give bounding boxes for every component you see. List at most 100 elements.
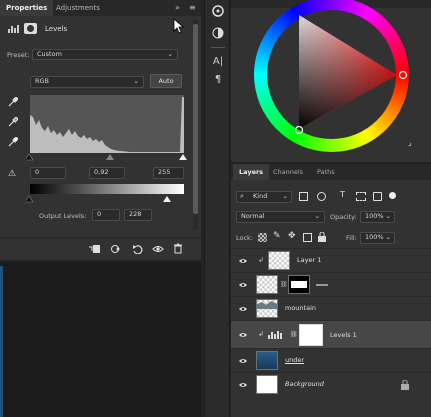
input-black-field[interactable]: 0 xyxy=(30,167,66,179)
preset-select[interactable]: Custom ⌄ xyxy=(32,49,178,60)
chevron-down-icon: ⌄ xyxy=(385,212,391,220)
view-previous-state-icon[interactable] xyxy=(110,244,122,254)
output-levels-label: Output Levels: xyxy=(39,212,87,220)
blend-mode-select[interactable]: Normal ⌄ xyxy=(236,211,325,223)
chevron-down-icon: ⌄ xyxy=(167,50,173,58)
layer-mask-thumbnail[interactable] xyxy=(299,324,323,346)
layer-mask-thumbnail[interactable] xyxy=(288,275,310,294)
mask-icon[interactable] xyxy=(24,23,37,34)
chevron-down-icon: ⌄ xyxy=(385,233,391,241)
input-levels-slider[interactable] xyxy=(26,153,190,161)
visibility-eye-icon[interactable] xyxy=(238,331,248,339)
fill-label: Fill: xyxy=(346,234,357,242)
properties-scrollbar[interactable] xyxy=(193,20,198,230)
lock-image-brush-icon[interactable]: ✎ xyxy=(273,231,281,241)
channel-select[interactable]: RGB ⌄ xyxy=(30,76,144,88)
visibility-eye-icon[interactable] xyxy=(238,381,248,389)
filter-adjustment-icon[interactable] xyxy=(317,192,326,201)
tab-properties[interactable]: Properties xyxy=(0,0,54,16)
filter-smart-object-icon[interactable] xyxy=(373,192,382,201)
white-point-eyedropper-icon[interactable] xyxy=(8,137,18,147)
layer-filter-select[interactable]: ⌕ Kind ⌄ xyxy=(236,191,292,203)
opacity-value: 100% xyxy=(365,212,384,220)
layer-row-levels-1[interactable]: ↲ ⛓ Levels 1 xyxy=(231,320,431,348)
mask-link-icon[interactable]: ⛓ xyxy=(290,331,298,338)
lock-all-icon[interactable] xyxy=(318,232,326,242)
clip-to-layer-icon[interactable] xyxy=(89,244,101,254)
clipping-warning-icon[interactable]: ⚠ xyxy=(8,169,16,179)
lock-transparent-icon[interactable] xyxy=(258,233,267,242)
layer-name[interactable]: Levels 1 xyxy=(330,331,357,339)
tab-adjustments[interactable]: Adjustments xyxy=(50,0,106,16)
tab-channels[interactable]: Channels xyxy=(267,164,309,180)
layer-name-placeholder xyxy=(316,284,328,286)
layer-row-layer-1[interactable]: ↲ Layer 1 xyxy=(231,248,431,272)
chevron-down-icon: ⌄ xyxy=(282,192,288,200)
visibility-eye-icon[interactable] xyxy=(238,257,248,265)
visibility-eye-icon[interactable] xyxy=(238,305,248,313)
adjustments-icon[interactable] xyxy=(205,27,231,43)
collapse-icon[interactable]: » xyxy=(175,3,180,12)
reset-icon[interactable] xyxy=(132,244,144,254)
opacity-label: Opacity: xyxy=(330,213,357,221)
gray-point-eyedropper-icon[interactable] xyxy=(8,117,18,127)
canvas-image-edge xyxy=(0,266,3,417)
color-wheel-icon[interactable] xyxy=(205,5,231,21)
visibility-eye-icon[interactable] xyxy=(238,281,248,289)
filter-pixel-icon[interactable] xyxy=(299,192,308,201)
layer-thumbnail[interactable] xyxy=(256,275,278,294)
mask-link-icon[interactable]: ⛓ xyxy=(280,281,288,288)
chevron-down-icon: ⌄ xyxy=(133,77,139,85)
mountain-thumbnail-art xyxy=(257,301,277,309)
input-gamma-field[interactable]: 0,92 xyxy=(89,167,125,179)
layer-thumbnail[interactable] xyxy=(256,299,278,318)
fill-field[interactable]: 100% ⌄ xyxy=(360,232,395,244)
layers-panel: Layers Channels Paths ⌕ Kind ⌄ T Normal … xyxy=(231,164,431,417)
input-white-field[interactable]: 255 xyxy=(153,167,184,179)
tab-layers[interactable]: Layers xyxy=(233,164,270,180)
preset-label: Preset: xyxy=(7,51,30,59)
histogram-graph xyxy=(30,97,184,153)
layer-name[interactable]: Layer 1 xyxy=(297,256,321,264)
filter-type-icon[interactable]: T xyxy=(340,190,345,199)
lock-icon xyxy=(401,380,409,390)
clipping-arrow-icon: ↲ xyxy=(258,256,264,264)
black-point-eyedropper-icon[interactable] xyxy=(8,97,18,107)
lock-artboard-icon[interactable] xyxy=(303,233,312,242)
levels-adjustment-icon[interactable] xyxy=(268,330,282,339)
layer-name[interactable]: mountain xyxy=(285,304,316,312)
output-black-field[interactable]: 0 xyxy=(92,209,120,221)
opacity-field[interactable]: 100% ⌄ xyxy=(360,211,395,223)
auto-button[interactable]: Auto xyxy=(150,74,182,88)
filter-shape-icon[interactable] xyxy=(356,192,366,201)
layer-thumbnail[interactable] xyxy=(268,251,290,270)
panel-menu-icon[interactable]: ≡ xyxy=(189,3,196,12)
character-icon[interactable]: A| xyxy=(205,56,231,72)
layer-row-background[interactable]: Background xyxy=(231,372,431,398)
paragraph-icon[interactable]: ¶ xyxy=(205,74,231,90)
visibility-eye-icon[interactable] xyxy=(152,244,164,254)
color-panel: ⌟ xyxy=(231,0,431,162)
color-triangle[interactable] xyxy=(254,0,409,152)
layer-name[interactable]: under xyxy=(285,356,304,364)
properties-panel: Properties Adjustments » ≡ Levels Preset… xyxy=(0,0,201,260)
lock-label: Lock: xyxy=(236,234,254,242)
panel-title: Levels xyxy=(45,25,68,33)
search-icon: ⌕ xyxy=(240,192,244,200)
layer-row-under[interactable]: under xyxy=(231,348,431,372)
output-white-field[interactable]: 228 xyxy=(124,209,152,221)
delete-trash-icon[interactable] xyxy=(173,243,183,254)
color-panel-corner-icon[interactable]: ⌟ xyxy=(408,138,412,147)
document-canvas[interactable] xyxy=(0,262,201,417)
channel-value: RGB xyxy=(35,77,50,85)
layer-row-mountain[interactable]: mountain xyxy=(231,296,431,320)
layer-thumbnail[interactable] xyxy=(256,375,278,394)
output-levels-slider[interactable] xyxy=(26,195,190,203)
layer-thumbnail[interactable] xyxy=(256,351,278,370)
tab-paths[interactable]: Paths xyxy=(311,164,341,180)
lock-position-icon[interactable]: ✥ xyxy=(288,231,296,241)
layer-row-masked[interactable]: ⛓ xyxy=(231,272,431,296)
visibility-eye-icon[interactable] xyxy=(238,357,248,365)
filter-toggle-icon[interactable] xyxy=(389,192,396,199)
layer-name[interactable]: Background xyxy=(285,380,324,388)
